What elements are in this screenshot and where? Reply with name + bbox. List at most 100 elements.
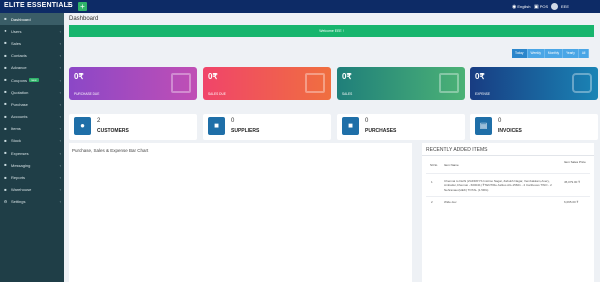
bank-icon: ■ — [4, 113, 7, 119]
brand-title[interactable]: ELITE ESSENTIALS — [4, 2, 73, 9]
card-label: SALES DUE — [208, 92, 226, 96]
add-button[interactable]: + — [78, 2, 87, 11]
stat-label: INVOICES — [498, 128, 522, 134]
chevron-icon: ‹ — [59, 187, 61, 193]
welcome-banner: Welcome EEE ! — [69, 25, 594, 37]
divider — [426, 196, 590, 197]
divider — [426, 173, 590, 174]
chevron-icon: ‹ — [59, 162, 61, 168]
new-badge: new — [29, 78, 39, 83]
users-icon: ● — [74, 117, 91, 135]
warehouse-icon: ■ — [4, 186, 7, 192]
card-amount: 0₹ — [342, 72, 352, 81]
bag-icon: ■ — [4, 101, 7, 107]
card-label: SALES — [342, 92, 353, 96]
sidebar: ■ Dashboard ● Users ‹ ■ Sales ‹ ■ Contacts ‹ ■ A… — [0, 13, 64, 282]
chevron-icon: ‹ — [59, 89, 61, 95]
stat-value: 2 — [97, 118, 101, 124]
header-slno: Sl.No — [430, 163, 438, 167]
gear-icon: ⚙ — [3, 198, 8, 204]
card-amount: 0₹ — [74, 72, 84, 81]
header-item-name: Item Name — [444, 163, 459, 167]
top-bar: ELITE ESSENTIALS ☰ + ◉English ▣POS EEE — [0, 0, 600, 13]
sidebar-item-items[interactable]: ■ Items ‹ — [0, 123, 64, 135]
sales-card[interactable]: 0₹ SALES — [337, 67, 465, 100]
filter-all-button[interactable]: All — [578, 49, 590, 58]
chevron-icon: ‹ — [59, 77, 61, 83]
sidebar-item-dashboard[interactable]: ■ Dashboard — [0, 13, 64, 26]
chevron-icon: ‹ — [59, 28, 61, 34]
purchases-stat[interactable]: ■ 0 PURCHASES — [337, 114, 465, 140]
sidebar-item-reports[interactable]: ■ Reports ‹ — [0, 171, 64, 183]
card-amount: 0₹ — [475, 72, 485, 81]
tag-icon — [439, 73, 459, 93]
card-label: PURCHASE DUE — [74, 92, 100, 96]
invoice-icon: ▤ — [475, 117, 492, 135]
chevron-icon: ‹ — [59, 53, 61, 59]
filter-yearly-button[interactable]: Yearly — [563, 49, 579, 58]
stack-icon: ■ — [4, 137, 7, 143]
money-icon: ■ — [4, 150, 7, 156]
sidebar-item-accounts[interactable]: ■ Accounts ‹ — [0, 111, 64, 123]
sidebar-item-users[interactable]: ● Users ‹ — [0, 25, 64, 37]
recent-items-panel: RECENTLY ADDED ITEMS Sl.No Item Name Ite… — [422, 143, 594, 282]
page-title: Dashboard — [69, 16, 99, 22]
box-icon: ■ — [4, 125, 7, 131]
row-item-price: 45,079.00 ₹ — [564, 180, 581, 184]
filter-today-button[interactable]: Today — [512, 49, 528, 58]
sidebar-item-quotation[interactable]: ■ Quotation ‹ — [0, 86, 64, 98]
dashboard-icon: ■ — [4, 16, 7, 22]
hamburger-icon[interactable]: ☰ — [67, 3, 72, 10]
row-item-name: Chennai to Delhi (ZAFIRFYS Insitmo Nagar… — [444, 179, 552, 192]
globe-icon: ◉ — [512, 4, 517, 10]
invoices-stat[interactable]: ▤ 0 INVOICES — [470, 114, 598, 140]
chevron-icon: ‹ — [59, 175, 61, 181]
sidebar-item-settings[interactable]: ⚙ Settings ‹ — [0, 196, 64, 208]
chevron-icon: ‹ — [59, 114, 61, 120]
chevron-icon: ‹ — [59, 199, 61, 205]
sidebar-item-contacts[interactable]: ■ Contacts ‹ — [0, 50, 64, 62]
wallet-icon: ■ — [4, 64, 7, 70]
user-menu[interactable]: EEE — [561, 3, 569, 10]
stat-label: PURCHASES — [365, 128, 397, 134]
cube-icon — [171, 73, 191, 93]
customers-stat[interactable]: ● 2 CUSTOMERS — [69, 114, 197, 140]
stat-value: 0 — [231, 118, 235, 124]
bar-chart-panel: Purchase, Sales & Expense Bar Chart — [69, 143, 412, 282]
sidebar-item-coupons[interactable]: ■ Coupons new ‹ — [0, 74, 64, 86]
expense-card[interactable]: 0₹ EXPENSE — [470, 67, 598, 100]
avatar[interactable] — [551, 3, 558, 10]
sidebar-item-warehouse[interactable]: ■ Warehouse ‹ — [0, 184, 64, 196]
pos-button[interactable]: ▣POS — [534, 3, 548, 11]
card-label: EXPENSE — [475, 92, 491, 96]
chart-title: Purchase, Sales & Expense Bar Chart — [72, 148, 149, 153]
filter-monthly-button[interactable]: Monthly — [544, 49, 564, 58]
sidebar-item-stock[interactable]: ■ Stock ‹ — [0, 135, 64, 147]
row-slno: 1 — [431, 180, 433, 184]
chevron-icon: ‹ — [59, 101, 61, 107]
sidebar-item-advance[interactable]: ■ Advance ‹ — [0, 62, 64, 74]
truck-icon: ■ — [208, 117, 225, 135]
ticket-icon: ■ — [4, 77, 7, 83]
suppliers-stat[interactable]: ■ 0 SUPPLIERS — [203, 114, 331, 140]
chevron-icon: ‹ — [59, 40, 61, 46]
filter-weekly-button[interactable]: Weekly — [527, 49, 545, 58]
stat-value: 0 — [498, 118, 502, 124]
card-amount: 0₹ — [208, 72, 218, 81]
chevron-icon: ‹ — [59, 126, 61, 132]
sidebar-item-expenses[interactable]: ■ Expenses ‹ — [0, 147, 64, 159]
file-icon: ■ — [4, 89, 7, 95]
language-selector[interactable]: ◉English — [512, 3, 531, 11]
calendar-icon — [305, 73, 325, 93]
sales-due-card[interactable]: 0₹ SALES DUE — [203, 67, 331, 100]
row-item-price: 6,095.00 ₹ — [564, 200, 579, 204]
address-book-icon: ■ — [4, 52, 7, 58]
sidebar-item-messaging[interactable]: ■ Messaging ‹ — [0, 159, 64, 171]
purchase-due-card[interactable]: 0₹ PURCHASE DUE — [69, 67, 197, 100]
stat-value: 0 — [365, 118, 369, 124]
sidebar-item-sales[interactable]: ■ Sales ‹ — [0, 37, 64, 49]
chevron-icon: ‹ — [59, 138, 61, 144]
wallet-icon — [572, 73, 592, 93]
stat-label: CUSTOMERS — [97, 128, 129, 134]
sidebar-item-purchase[interactable]: ■ Purchase ‹ — [0, 98, 64, 110]
